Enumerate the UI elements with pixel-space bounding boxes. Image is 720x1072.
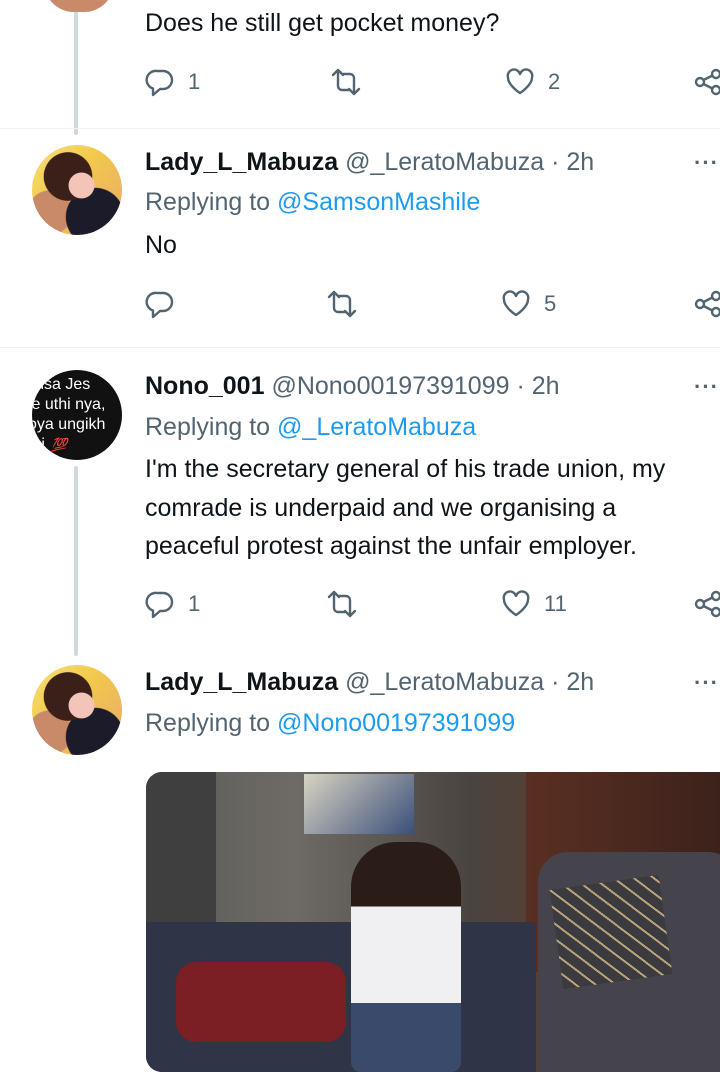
like-count: 5 [544,291,557,316]
replying-to: Replying to @SamsonMashile [145,188,480,217]
tweet-text: Does he still get pocket money? [145,9,500,37]
background-painting [304,774,414,834]
share-button[interactable] [692,588,720,620]
user-handle[interactable]: @_LeratoMabuza [345,148,544,176]
replying-to-label: Replying to [145,188,271,216]
avatar-text: mi 💯 [32,435,122,455]
timestamp[interactable]: 2h [566,148,594,176]
retweet-icon [327,590,357,618]
display-name[interactable]: Lady_L_Mabuza [145,668,338,696]
avatar-text: ulisa Jes [32,376,91,393]
replying-to-label: Replying to [145,413,271,441]
thread-line [74,0,78,135]
hundred-points-icon: 💯 [51,437,68,452]
like-icon [506,68,534,95]
tweet-text-line: I'm the secretary general of his trade u… [145,455,666,483]
avatar[interactable] [32,145,122,235]
timestamp[interactable]: 2h [532,372,560,400]
display-name[interactable]: Lady_L_Mabuza [145,148,338,176]
reply-count: 1 [188,591,201,616]
like-count: 2 [548,69,561,94]
tweet-header: Nono_001 @Nono00197391099 · 2h [145,372,560,401]
reply-icon [145,69,174,97]
retweet-icon [331,68,361,96]
user-handle[interactable]: @Nono00197391099 [271,372,509,400]
user-handle[interactable]: @_LeratoMabuza [345,668,544,696]
replying-to: Replying to @Nono00197391099 [145,709,515,738]
reply-button[interactable]: 1 [144,588,200,620]
reply-count: 1 [188,69,201,94]
avatar[interactable] [44,0,114,12]
share-button[interactable] [692,288,720,320]
retweet-button[interactable] [326,588,358,620]
display-name[interactable]: Nono_001 [145,372,264,400]
avatar-text: mi [32,436,45,453]
person [351,842,461,1072]
like-icon [502,290,530,317]
cushion [549,874,673,990]
share-icon [694,290,720,318]
reply-icon [145,591,174,619]
tweet-text: No [145,231,177,259]
replying-to-label: Replying to [145,709,271,737]
retweet-button[interactable] [330,66,362,98]
replying-to: Replying to @_LeratoMabuza [145,413,476,442]
tweet-text-line: peaceful protest against the unfair empl… [145,532,637,560]
separator: · [551,148,560,176]
share-icon [694,590,720,618]
more-icon[interactable]: ··· [694,150,719,176]
red-pillow [176,962,346,1042]
like-icon [502,590,530,617]
mention-link[interactable]: @Nono00197391099 [277,709,515,737]
tweet-header: Lady_L_Mabuza @_LeratoMabuza · 2h [145,148,594,177]
timestamp[interactable]: 2h [566,668,594,696]
avatar[interactable] [32,665,122,755]
mention-link[interactable]: @SamsonMashile [277,188,480,216]
share-button[interactable] [692,66,720,98]
like-button[interactable]: 5 [500,288,556,320]
tweet-text-line: comrade is underpaid and we organising a [145,494,617,522]
more-icon[interactable]: ··· [694,374,719,400]
retweet-icon [327,290,357,318]
retweet-button[interactable] [326,288,358,320]
tweet-media-image[interactable] [146,772,720,1072]
avatar[interactable]: ulisa Jes le uthi nya, oya ungikh mi 💯 [32,370,122,460]
separator: · [551,668,560,696]
reply-button[interactable]: 1 [144,66,200,98]
mention-link[interactable]: @_LeratoMabuza [277,413,476,441]
reply-icon [145,291,174,319]
thread-line [74,466,78,656]
more-icon[interactable]: ··· [694,670,719,696]
like-button[interactable]: 11 [500,588,567,620]
avatar-text: le uthi nya, [32,396,106,413]
share-icon [694,68,720,96]
tweet-header: Lady_L_Mabuza @_LeratoMabuza · 2h [145,668,594,697]
like-button[interactable]: 2 [504,66,560,98]
reply-button[interactable] [144,288,176,320]
divider [0,128,720,129]
like-count: 11 [544,591,567,616]
separator: · [516,372,525,400]
avatar-text: oya ungikh [32,416,106,433]
divider [0,347,720,348]
